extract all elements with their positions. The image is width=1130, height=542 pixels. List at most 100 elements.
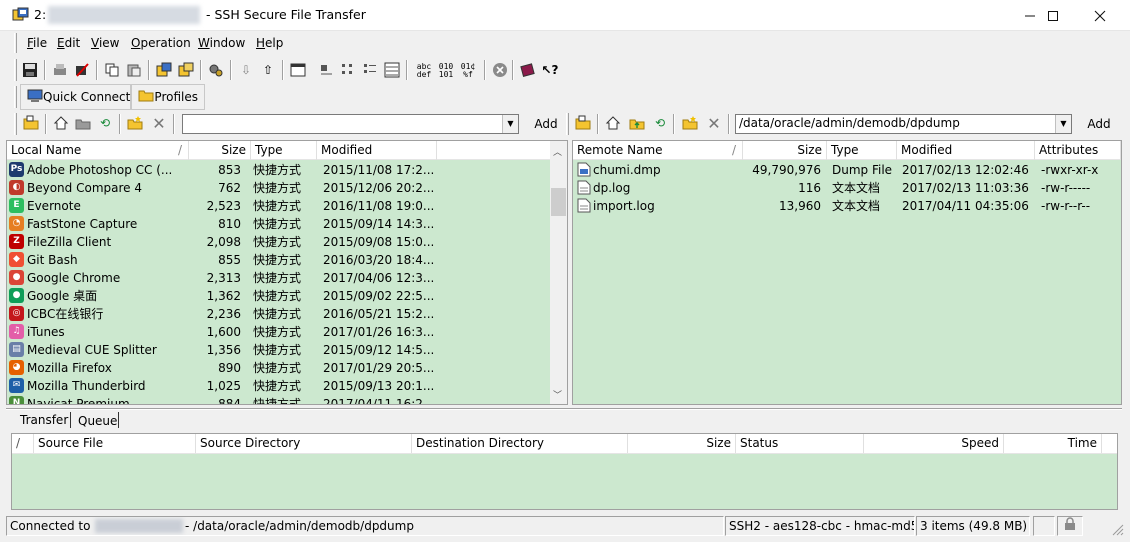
local-col-modified[interactable]: Modified (317, 141, 437, 160)
remote-up-folder-icon[interactable] (573, 113, 593, 133)
local-new-folder-icon[interactable] (73, 113, 93, 133)
transfer-col-speed[interactable]: Speed (864, 434, 1004, 453)
details-view-icon[interactable] (382, 60, 402, 80)
close-button[interactable] (1077, 0, 1123, 31)
panel-splitter[interactable] (6, 408, 1122, 410)
local-file-row[interactable]: ◔ FastStone Capture 810 快捷方式 2015/09/14 14:3… (7, 215, 550, 233)
local-add-button[interactable]: Add (530, 113, 562, 135)
auto-mode-icon[interactable]: 01¢ %f (458, 61, 478, 81)
profiles-button[interactable]: Profiles (131, 84, 205, 110)
download-icon[interactable]: ⇩ (236, 60, 256, 80)
remote-col-modified[interactable]: Modified (897, 141, 1035, 160)
small-icons-icon[interactable] (338, 60, 358, 80)
remote-path-combo[interactable]: /data/oracle/admin/demodb/dpdump ▼ (735, 114, 1072, 134)
quick-toolbar-grip[interactable] (14, 86, 17, 108)
local-path-combo[interactable]: ▼ (182, 114, 519, 134)
local-vertical-scrollbar[interactable]: ︿ ﹀ (550, 141, 567, 404)
local-file-row[interactable]: ♫ iTunes 1,600 快捷方式 2017/01/26 16:3... (7, 323, 550, 341)
local-home-icon[interactable] (51, 113, 71, 133)
menu-help[interactable]: Help (256, 36, 283, 50)
view-icon[interactable] (288, 60, 308, 80)
disconnect-icon[interactable] (72, 60, 92, 80)
copy-icon[interactable] (102, 60, 122, 80)
list-view-icon[interactable] (360, 60, 380, 80)
transfer-col-source-file[interactable]: Source File (34, 434, 196, 453)
remote-col-size[interactable]: Size (743, 141, 827, 160)
transfer-col-size[interactable]: Size (628, 434, 736, 453)
local-file-row[interactable]: ◐ Beyond Compare 4 762 快捷方式 2015/12/06 20:2.… (7, 179, 550, 197)
remote-home-icon[interactable] (603, 113, 623, 133)
chevron-down-icon[interactable]: ▼ (502, 115, 518, 133)
quick-connect-button[interactable]: Quick Connect (20, 84, 131, 110)
maximize-button[interactable] (1030, 0, 1076, 31)
new-file-transfer-icon[interactable] (176, 60, 196, 80)
transfer-col-status[interactable]: Status (736, 434, 864, 453)
large-icons-icon[interactable] (316, 60, 336, 80)
transfer-col-time[interactable]: Time (1004, 434, 1102, 453)
remote-col-attributes[interactable]: Attributes (1035, 141, 1121, 160)
local-col-type[interactable]: Type (251, 141, 317, 160)
remote-delete-icon[interactable]: ✕ (704, 113, 724, 133)
local-file-row[interactable]: ◆ Git Bash 855 快捷方式 2016/03/20 18:4... (7, 251, 550, 269)
local-delete-icon[interactable]: ✕ (149, 113, 169, 133)
local-file-row[interactable]: E Evernote 2,523 快捷方式 2016/11/08 19:0... (7, 197, 550, 215)
remote-create-folder-icon[interactable] (680, 113, 700, 133)
toolbar-grip[interactable] (14, 59, 17, 81)
transfer-col-sort[interactable]: / (12, 434, 34, 453)
local-file-row[interactable]: ◕ Mozilla Firefox 890 快捷方式 2017/01/29 20:5..… (7, 359, 550, 377)
menu-view[interactable]: View (91, 36, 119, 50)
remote-new-folder-icon[interactable] (627, 113, 647, 133)
local-toolbar-grip[interactable] (14, 113, 17, 135)
local-file-row[interactable]: Z FileZilla Client 2,098 快捷方式 2015/09/08 15:… (7, 233, 550, 251)
local-col-size[interactable]: Size (189, 141, 251, 160)
binary-mode-icon[interactable]: 010 101 (436, 61, 456, 81)
local-file-row[interactable]: ✉ Mozilla Thunderbird 1,025 快捷方式 2015/09/13 … (7, 377, 550, 395)
transfer-col-dest-dir[interactable]: Destination Directory (412, 434, 628, 453)
scroll-down-icon[interactable]: ﹀ (553, 388, 562, 401)
scroll-up-icon[interactable]: ︿ (553, 145, 562, 158)
local-file-row[interactable]: N Navicat Premium 884 快捷方式 2017/04/11 16:2..… (7, 395, 550, 404)
local-file-pane[interactable]: Local Name / Size Type Modified Ps Adobe … (6, 140, 568, 405)
local-file-row[interactable]: ▤ Medieval CUE Splitter 1,356 快捷方式 2015/09/1… (7, 341, 550, 359)
transfer-col-source-dir[interactable]: Source Directory (196, 434, 412, 453)
local-file-row[interactable]: ◎ ICBC在线银行 2,236 快捷方式 2016/05/21 15:2... (7, 305, 550, 323)
remote-col-name[interactable]: Remote Name / (573, 141, 743, 160)
save-icon[interactable] (20, 60, 40, 80)
local-col-name[interactable]: Local Name / (7, 141, 189, 160)
scrollbar-thumb[interactable] (551, 188, 566, 216)
remote-file-row[interactable]: dp.log 116 文本文档 2017/02/13 11:03:36 -rw-r---… (573, 179, 1121, 197)
menu-operation[interactable]: Operation (131, 36, 191, 50)
new-terminal-icon[interactable] (154, 60, 174, 80)
remote-file-row[interactable]: chumi.dmp 49,790,976 Dump File 2017/02/13 1… (573, 161, 1121, 179)
print-icon[interactable] (50, 60, 70, 80)
local-create-folder-icon[interactable] (125, 113, 145, 133)
remote-file-pane[interactable]: Remote Name / Size Type Modified Attribu… (572, 140, 1122, 405)
local-file-row[interactable]: ● Google Chrome 2,313 快捷方式 2017/04/06 12:3..… (7, 269, 550, 287)
help-book-icon[interactable] (518, 60, 538, 80)
app-icon[interactable] (12, 7, 30, 23)
paste-icon[interactable] (124, 60, 144, 80)
menu-file[interactable]: File (27, 36, 47, 50)
transfer-list[interactable]: / Source File Source Directory Destinati… (11, 433, 1118, 510)
remote-col-type[interactable]: Type (827, 141, 897, 160)
tab-queue[interactable]: Queue (78, 414, 117, 428)
local-up-folder-icon[interactable] (21, 113, 41, 133)
local-file-row[interactable]: ● Google 桌面 1,362 快捷方式 2015/09/02 22:5... (7, 287, 550, 305)
upload-icon[interactable]: ⇧ (258, 60, 278, 80)
stop-icon[interactable] (490, 60, 510, 80)
chevron-down-icon[interactable]: ▼ (1055, 115, 1071, 133)
ascii-mode-icon[interactable]: abc def (414, 61, 434, 81)
remote-add-button[interactable]: Add (1082, 113, 1116, 135)
resize-grip-icon[interactable] (1110, 522, 1124, 536)
menu-grip[interactable] (14, 33, 17, 53)
tab-transfer[interactable]: Transfer (20, 413, 68, 427)
settings-icon[interactable] (206, 60, 226, 80)
remote-toolbar-grip[interactable] (566, 113, 569, 135)
whats-this-icon[interactable]: ↖? (540, 60, 560, 80)
menu-edit[interactable]: Edit (57, 36, 80, 50)
local-file-row[interactable]: Ps Adobe Photoshop CC (... 853 快捷方式 2015/11/… (7, 161, 550, 179)
remote-file-row[interactable]: import.log 13,960 文本文档 2017/04/11 04:35:06-… (573, 197, 1121, 215)
menu-window[interactable]: Window (198, 36, 245, 50)
remote-refresh-icon[interactable]: ⟲ (650, 113, 670, 133)
local-refresh-icon[interactable]: ⟲ (95, 113, 115, 133)
